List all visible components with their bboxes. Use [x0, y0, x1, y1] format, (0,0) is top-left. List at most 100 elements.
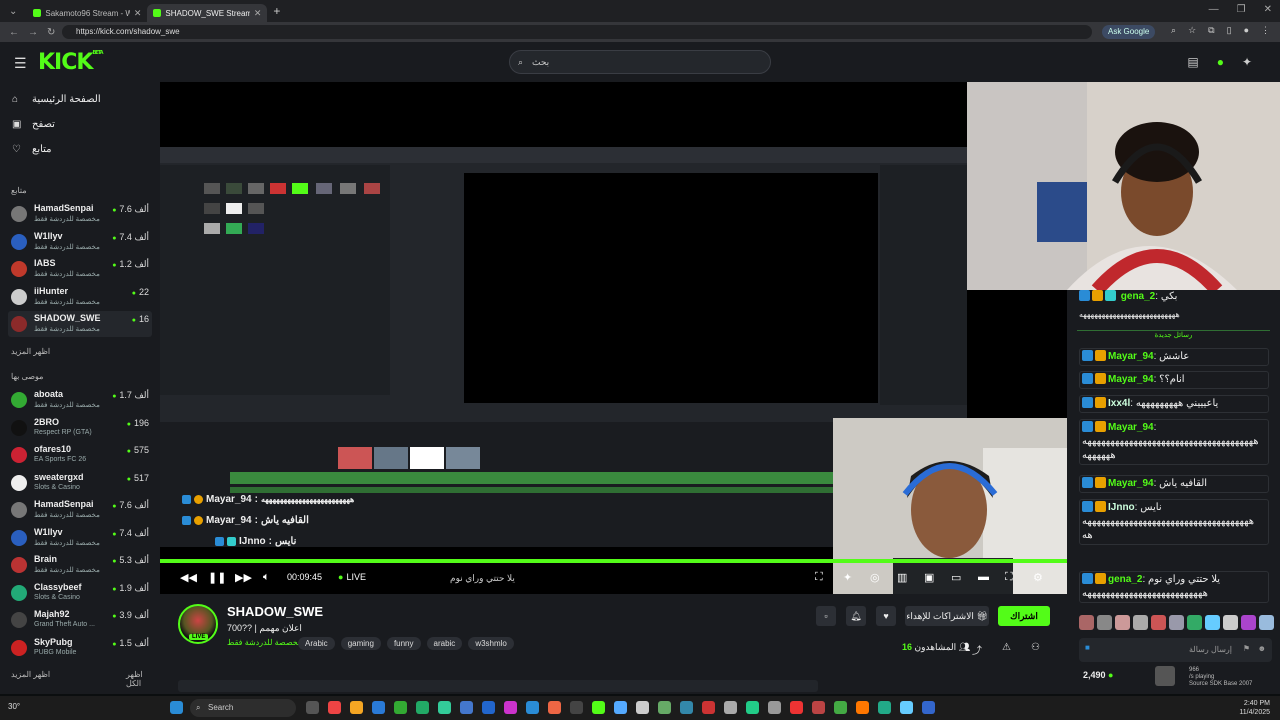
- sidebar-nav-browse[interactable]: ▣ تصفح: [12, 119, 55, 130]
- taskbar-app-icon[interactable]: [878, 701, 891, 714]
- emote-icon[interactable]: [1097, 615, 1112, 630]
- rules-icon[interactable]: ⚑: [1243, 644, 1250, 653]
- video-player[interactable]: Mayar_94: ههههههههههههههههههههههههه Maya…: [160, 82, 1067, 594]
- taskbar-app-icon[interactable]: [526, 701, 539, 714]
- sidebar-channel[interactable]: ofares10 EA Sports FC 26 575: [8, 442, 152, 468]
- show-all-link[interactable]: اظهر الكل: [126, 670, 160, 688]
- fullscreen-icon[interactable]: ⛶: [1005, 571, 1013, 584]
- zoom-icon[interactable]: ⌕: [1171, 25, 1176, 36]
- emote-icon[interactable]: [1259, 615, 1274, 630]
- chat-input[interactable]: ■ إرسال رسالة ⚑ ☻: [1079, 638, 1272, 662]
- taskbar-app-icon[interactable]: [834, 701, 847, 714]
- browser-tab-active[interactable]: SHADOW_SWE Stream - W... ✕: [147, 4, 268, 22]
- taskbar-app-icon[interactable]: [306, 701, 319, 714]
- back-icon[interactable]: ←: [9, 27, 19, 38]
- sidebar-channel[interactable]: sweatergxdSlots & Casino 517: [8, 470, 152, 496]
- emote-icon[interactable]: [1151, 615, 1166, 630]
- user-avatar[interactable]: ✦: [1242, 55, 1252, 69]
- badge-icon[interactable]: ■: [1085, 643, 1090, 652]
- taskbar-app-icon[interactable]: [504, 701, 517, 714]
- emote-icon[interactable]: [1205, 615, 1220, 630]
- sidebar-channel[interactable]: Majah92 Grand Theft Auto ... 3.9 ألف: [8, 607, 152, 633]
- taskbar-app-icon[interactable]: [416, 701, 429, 714]
- taskbar-search[interactable]: ⌕ Search: [190, 699, 296, 717]
- menu-dots-icon[interactable]: ⋮: [1261, 25, 1270, 36]
- taskbar-app-icon[interactable]: [394, 701, 407, 714]
- taskbar-app-icon[interactable]: [438, 701, 451, 714]
- stream-tag[interactable]: gaming: [340, 637, 381, 650]
- sidebar-nav-home[interactable]: ⌂ الصفحة الرئيسية: [12, 94, 101, 105]
- forward-icon[interactable]: →: [28, 27, 38, 38]
- clip-icon[interactable]: ⛶: [815, 571, 823, 584]
- hamburger-menu-icon[interactable]: ☰: [14, 55, 27, 72]
- taskbar-app-icon[interactable]: [724, 701, 737, 714]
- taskbar-app-icon[interactable]: [856, 701, 869, 714]
- show-more-link[interactable]: اظهر المزيد: [11, 347, 50, 356]
- tab-list-icon[interactable]: ⌄: [9, 6, 17, 17]
- emote-icon[interactable]: [1241, 615, 1256, 630]
- close-window-icon[interactable]: ✕: [1264, 4, 1272, 15]
- notification-bell-button[interactable]: 🔔︎: [846, 606, 866, 626]
- show-more-link[interactable]: اظهر المزيد: [11, 670, 50, 679]
- chat-username[interactable]: Mayar_94: [1108, 478, 1154, 489]
- subscribe-button[interactable]: اشتراك: [998, 606, 1050, 626]
- chat-username[interactable]: Mayar_94: [1108, 351, 1154, 362]
- system-clock[interactable]: 2:40 PM 11/4/2025: [1239, 699, 1270, 717]
- chat-username[interactable]: gena_2: [1108, 574, 1142, 585]
- skip-forward-icon[interactable]: ▶▶: [235, 571, 252, 584]
- taskbar-app-icon[interactable]: [768, 701, 781, 714]
- sidebar-channel[interactable]: IABS مخصصة للدردشة فقط 1.2 ألف: [8, 256, 152, 282]
- chat-username[interactable]: Ixx4l: [1108, 398, 1130, 409]
- start-icon[interactable]: [170, 701, 183, 714]
- taskbar-app-icon[interactable]: [636, 701, 649, 714]
- report-icon[interactable]: ⚠: [1002, 642, 1011, 657]
- stream-tag[interactable]: funny: [386, 637, 421, 650]
- gift-subs-button[interactable]: الاشتراكات للإهداء 🎁︎: [905, 606, 989, 626]
- sidebar-nav-following[interactable]: ♡ متابع: [12, 144, 52, 155]
- taskbar-app-icon[interactable]: [812, 701, 825, 714]
- sidebar-channel[interactable]: ClassybeefSlots & Casino 1.9 ألف: [8, 580, 152, 606]
- follow-heart-button[interactable]: ♥: [876, 606, 896, 626]
- chat-username[interactable]: Mayar_94: [1108, 374, 1154, 385]
- emote-icon[interactable]: [1223, 615, 1238, 630]
- taskbar-app-icon[interactable]: [702, 701, 715, 714]
- stream-category[interactable]: مخصصة للدردشة فقط: [227, 638, 302, 647]
- theater-icon[interactable]: ▭: [951, 571, 961, 584]
- reload-icon[interactable]: ↻: [47, 27, 55, 38]
- kick-points-icon[interactable]: ●: [1217, 55, 1224, 69]
- pip-icon[interactable]: ▣: [924, 571, 934, 584]
- sidebar-channel[interactable]: iiHunter مخصصة للدردشة فقط 22: [8, 284, 152, 310]
- search-input[interactable]: ⌕ بحث: [509, 50, 771, 74]
- live-indicator[interactable]: LIVE: [338, 572, 366, 582]
- taskbar-app-icon[interactable]: [680, 701, 693, 714]
- taskbar-app-icon[interactable]: [372, 701, 385, 714]
- volume-icon[interactable]: 🔈︎: [263, 571, 270, 584]
- emoji-icon[interactable]: ☻: [1258, 644, 1266, 653]
- taskbar-app-icon[interactable]: [900, 701, 913, 714]
- chat-username[interactable]: IJnno: [1108, 502, 1135, 513]
- url-field[interactable]: https://kick.com/shadow_swe: [62, 25, 1092, 39]
- emote-icon[interactable]: [1115, 615, 1130, 630]
- user-card-icon[interactable]: ⚇: [1031, 642, 1040, 657]
- rewind-icon[interactable]: ◀◀: [180, 571, 197, 584]
- taskbar-app-icon[interactable]: [460, 701, 473, 714]
- emote-icon[interactable]: [1169, 615, 1184, 630]
- sidebar-channel[interactable]: HamadSenpai مخصصة للدردشة فقط 7.6 ألف: [8, 497, 152, 523]
- cast-icon[interactable]: ▬: [978, 571, 989, 583]
- emote-icon[interactable]: [1133, 615, 1148, 630]
- emote-icon[interactable]: [1079, 615, 1094, 630]
- stream-tag[interactable]: w3shmlo: [468, 637, 514, 650]
- taskbar-app-icon[interactable]: [328, 701, 341, 714]
- taskbar-app-icon[interactable]: [570, 701, 583, 714]
- chat-username[interactable]: Mayar_94: [1108, 422, 1154, 433]
- kick-points-balance[interactable]: 2,490 ●: [1083, 670, 1113, 680]
- minimize-icon[interactable]: —: [1209, 4, 1219, 15]
- taskbar-app-icon[interactable]: [482, 701, 495, 714]
- new-tab-icon[interactable]: +: [273, 4, 280, 18]
- sidebar-channel[interactable]: HamadSenpai مخصصة للدردشة فقط 7.6 ألف: [8, 201, 152, 227]
- close-tab-icon[interactable]: ✕: [134, 8, 142, 19]
- kick-logo[interactable]: KICKBETA: [38, 50, 104, 75]
- taskbar-app-icon[interactable]: [592, 701, 605, 714]
- profile-icon[interactable]: ●: [1244, 25, 1249, 36]
- close-tab-icon[interactable]: ✕: [254, 8, 262, 19]
